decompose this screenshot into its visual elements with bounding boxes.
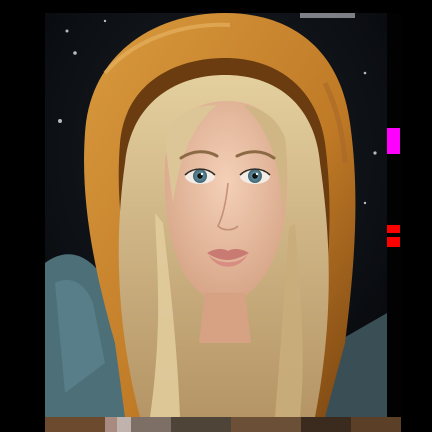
strip-segment [131, 417, 171, 432]
right-edge-strip [387, 13, 401, 417]
bottom-artifact-strip [45, 417, 401, 432]
strip-segment [45, 417, 105, 432]
strip-segment [351, 417, 401, 432]
glitch-artifact-magenta [387, 128, 400, 154]
strip-segment [105, 417, 117, 432]
image-viewer [0, 0, 432, 432]
strip-segment [231, 417, 301, 432]
portrait-illustration [45, 13, 387, 417]
strip-segment [117, 417, 131, 432]
strip-segment [301, 417, 351, 432]
glitch-artifact-red-top [387, 225, 400, 233]
portrait-photo [45, 13, 387, 417]
glitch-artifact-red-bottom [387, 237, 400, 247]
strip-segment [171, 417, 231, 432]
